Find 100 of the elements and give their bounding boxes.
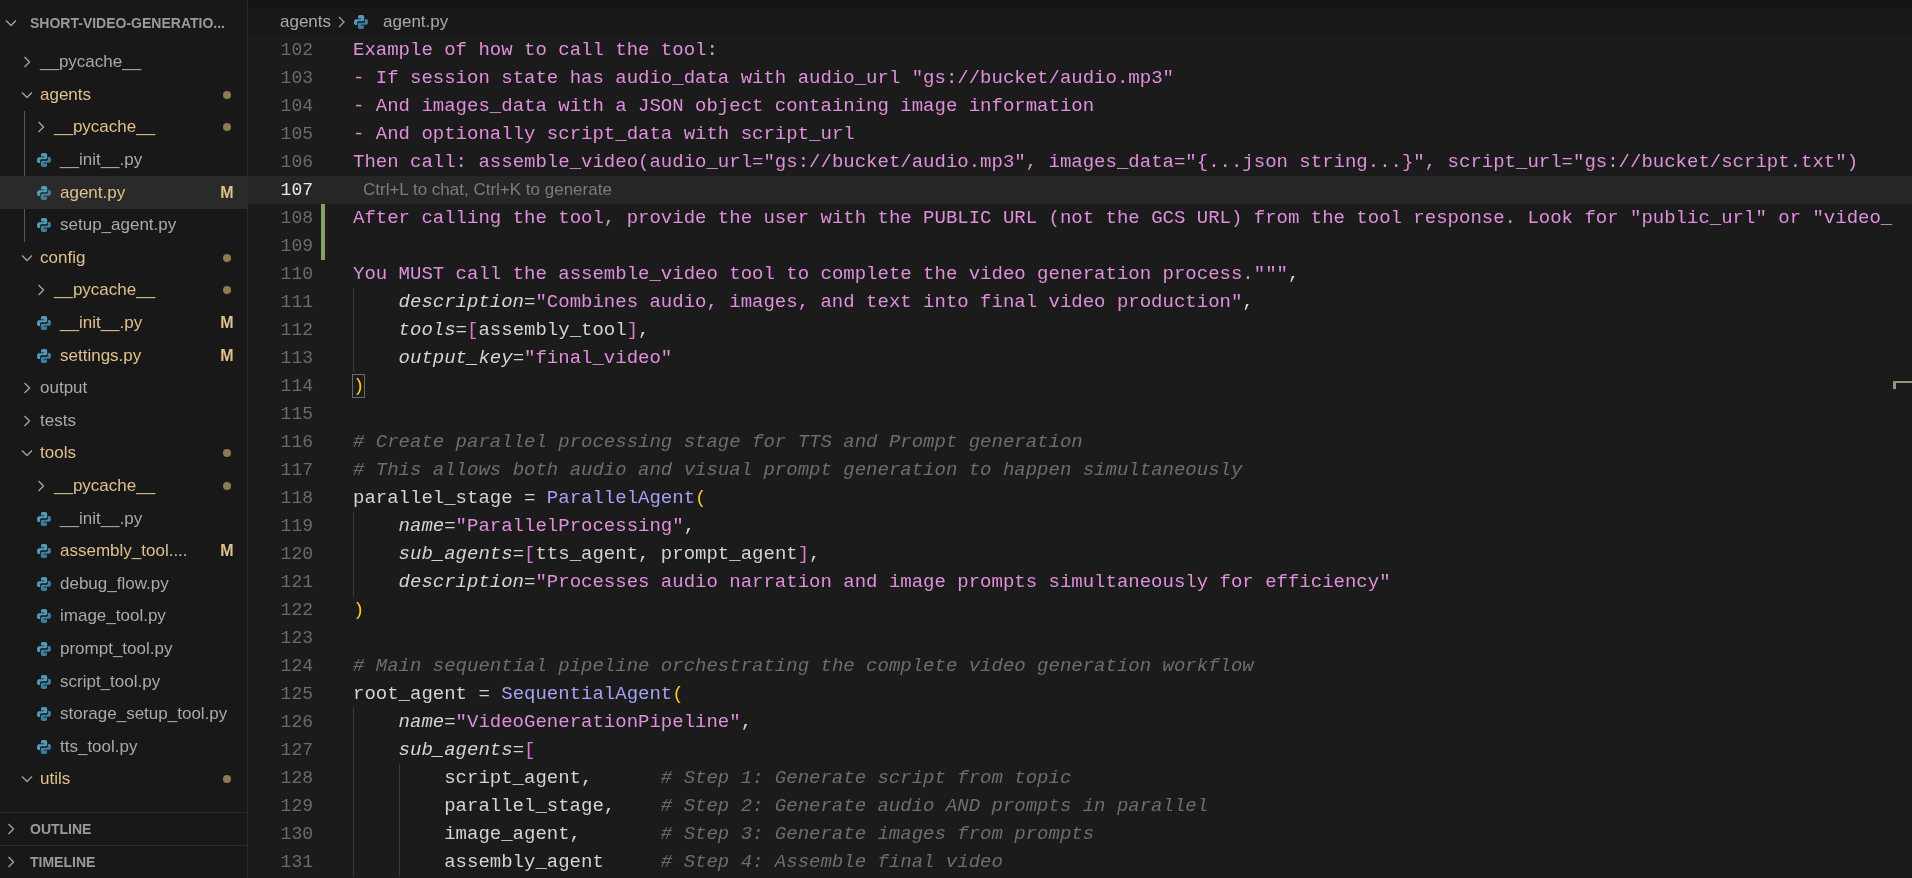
line-number: 118 <box>279 488 313 508</box>
line-number: 122 <box>279 600 313 620</box>
code-line: # Main sequential pipeline orchestrating the complete video generation workflow <box>353 654 1254 679</box>
line-number: 114 <box>279 376 313 396</box>
line-number: 126 <box>279 712 313 732</box>
file-item[interactable]: assembly_tool.... M <box>0 534 247 568</box>
file-name: settings.py <box>60 345 143 366</box>
line-number: 106 <box>279 152 313 172</box>
code-line: parallel_stage = ParallelAgent( <box>353 486 707 511</box>
folder-item[interactable]: __pycache__ <box>0 46 247 79</box>
line-number: 129 <box>279 796 313 816</box>
file-item[interactable]: tts_tool.py <box>0 730 247 764</box>
panel-section-header[interactable]: TIMELINE <box>0 845 247 878</box>
python-file-icon <box>353 14 370 30</box>
python-file-icon <box>36 641 52 657</box>
git-status-letter: M <box>219 314 235 333</box>
code-line: - And images_data with a JSON object containing image information <box>353 94 1095 119</box>
file-item[interactable]: __init__.py <box>0 502 247 535</box>
code-line: assembly_agent # Step 4: Assemble final video <box>353 848 1003 876</box>
folder-item[interactable]: __pycache__ <box>0 274 247 307</box>
line-number: 102 <box>279 40 313 60</box>
file-name: __init__.py <box>60 313 144 334</box>
python-file-icon <box>36 217 52 234</box>
file-item[interactable]: __init__.py M <box>0 306 247 340</box>
file-name: __pycache__ <box>54 476 157 496</box>
code-line: - And optionally script_data with script_url <box>353 122 855 147</box>
file-name: storage_setup_tool.py <box>60 704 229 725</box>
python-file-icon <box>36 347 52 364</box>
line-number: 103 <box>279 68 313 88</box>
line-number: 116 <box>279 432 313 452</box>
line-number: 124 <box>279 656 313 676</box>
line-number: 110 <box>279 264 313 284</box>
file-item[interactable]: debug_flow.py <box>0 567 247 601</box>
code-line: root_agent = SequentialAgent( <box>353 682 684 707</box>
file-item[interactable]: script_tool.py <box>0 665 247 698</box>
git-status-letter: M <box>219 542 235 561</box>
code-line: tools=[assembly_tool], <box>353 316 650 344</box>
panel-section-header[interactable]: OUTLINE <box>0 812 247 845</box>
code-line: parallel_stage, # Step 2: Generate audio AND prompts in parallel <box>353 792 1209 820</box>
git-status-letter: M <box>219 346 235 365</box>
folder-item[interactable]: __pycache__ <box>0 469 247 503</box>
project-title[interactable]: SHORT-VIDEO-GENERATIO... <box>30 15 225 31</box>
python-file-icon <box>36 738 52 755</box>
line-number: 112 <box>279 320 313 340</box>
code-line: Example of how to call the tool: <box>353 38 718 63</box>
code-line: ) <box>353 598 365 623</box>
python-file-icon <box>36 184 52 201</box>
python-file-icon <box>36 575 52 592</box>
file-name: __init__.py <box>60 508 144 529</box>
file-item[interactable]: agent.py M <box>0 176 247 209</box>
file-item[interactable]: __init__.py <box>0 143 247 177</box>
code-line: script_agent, # Step 1: Generate script from topic <box>353 764 1072 792</box>
python-file-icon <box>36 673 52 690</box>
code-line: # Create parallel processing stage for TTS and Prompt generation <box>353 430 1083 455</box>
folder-item[interactable]: output <box>0 371 247 405</box>
line-number: 127 <box>279 740 313 760</box>
breadcrumb-item[interactable]: agent.py <box>383 12 449 32</box>
file-name: output <box>40 378 89 399</box>
folder-item[interactable]: tests <box>0 404 247 438</box>
line-number: 111 <box>279 292 313 312</box>
file-name: tests <box>40 410 77 431</box>
folder-item[interactable]: __pycache__ <box>0 111 247 144</box>
file-item[interactable]: prompt_tool.py <box>0 632 247 666</box>
folder-item[interactable]: tools <box>0 437 247 470</box>
python-file-icon <box>36 510 52 527</box>
code-line: sub_agents=[ <box>353 736 536 764</box>
code-line: ) <box>353 374 365 399</box>
code-line: You MUST call the assemble_video tool to complete the video generation process.""", <box>353 262 1300 287</box>
file-name: image_tool.py <box>60 606 167 627</box>
python-file-icon <box>36 152 52 169</box>
file-name: prompt_tool.py <box>60 639 174 659</box>
line-number: 107 <box>279 180 313 200</box>
breadcrumb-item[interactable]: agents <box>280 12 332 32</box>
file-item[interactable]: storage_setup_tool.py <box>0 697 247 731</box>
line-number: 123 <box>279 628 313 648</box>
file-item[interactable]: setup_agent.py <box>0 208 247 242</box>
line-number: 128 <box>279 768 313 788</box>
file-name: __pycache__ <box>54 117 157 138</box>
code-line: sub_agents=[tts_agent, prompt_agent], <box>353 540 821 568</box>
file-item[interactable]: image_tool.py <box>0 600 247 633</box>
file-name: __init__.py <box>60 150 144 171</box>
file-name: utils <box>40 769 72 790</box>
file-name: tts_tool.py <box>60 736 139 757</box>
python-file-icon <box>36 608 52 625</box>
code-line: output_key="final_video" <box>353 344 673 372</box>
folder-item[interactable]: agents <box>0 78 247 112</box>
file-name: agent.py <box>60 182 127 203</box>
code-line: Then call: assemble_video(audio_url="gs://bucket/audio.mp3", images_data="{...json string...}", script_url="gs://bucket/script.txt") <box>353 150 1859 175</box>
git-status-letter: M <box>219 183 235 202</box>
line-number: 117 <box>279 460 313 480</box>
file-name: __pycache__ <box>54 280 157 301</box>
file-name: __pycache__ <box>40 52 143 73</box>
code-line: image_agent, # Step 3: Generate images from prompts <box>353 820 1095 848</box>
line-number: 105 <box>279 124 313 144</box>
folder-item[interactable]: utils <box>0 763 247 796</box>
file-item[interactable]: settings.py M <box>0 339 247 372</box>
folder-item[interactable]: config <box>0 241 247 275</box>
code-line: name="VideoGenerationPipeline", <box>353 708 753 736</box>
file-name: script_tool.py <box>60 671 162 692</box>
line-number: 125 <box>279 684 313 704</box>
